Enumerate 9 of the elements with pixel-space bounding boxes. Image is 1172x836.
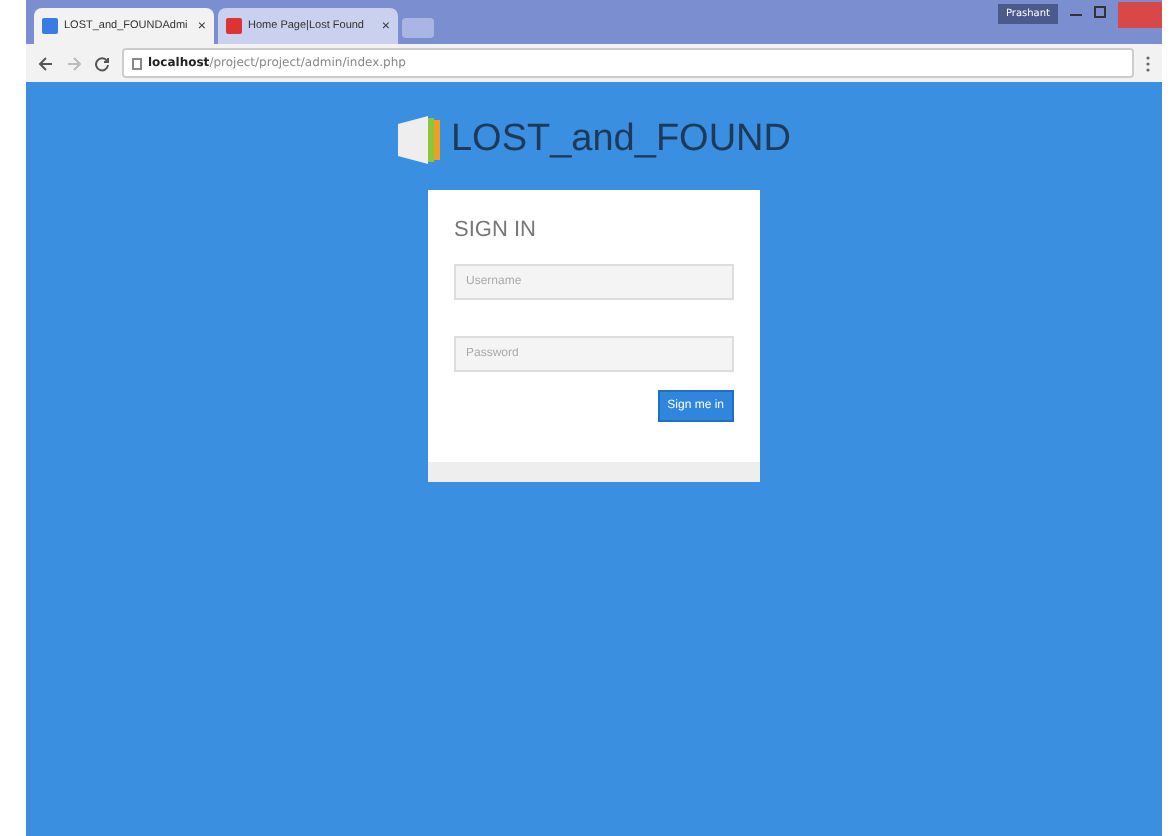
logo-text: LOST_and_FOUND (450, 118, 791, 162)
favicon-icon (226, 18, 242, 34)
card-title: SIGN IN (454, 218, 538, 242)
logo-icon (396, 114, 445, 166)
reload-icon[interactable] (94, 55, 110, 71)
restore-icon[interactable] (1094, 6, 1106, 22)
page-icon (132, 57, 142, 69)
back-icon[interactable] (38, 55, 54, 71)
favicon-icon (42, 18, 58, 34)
